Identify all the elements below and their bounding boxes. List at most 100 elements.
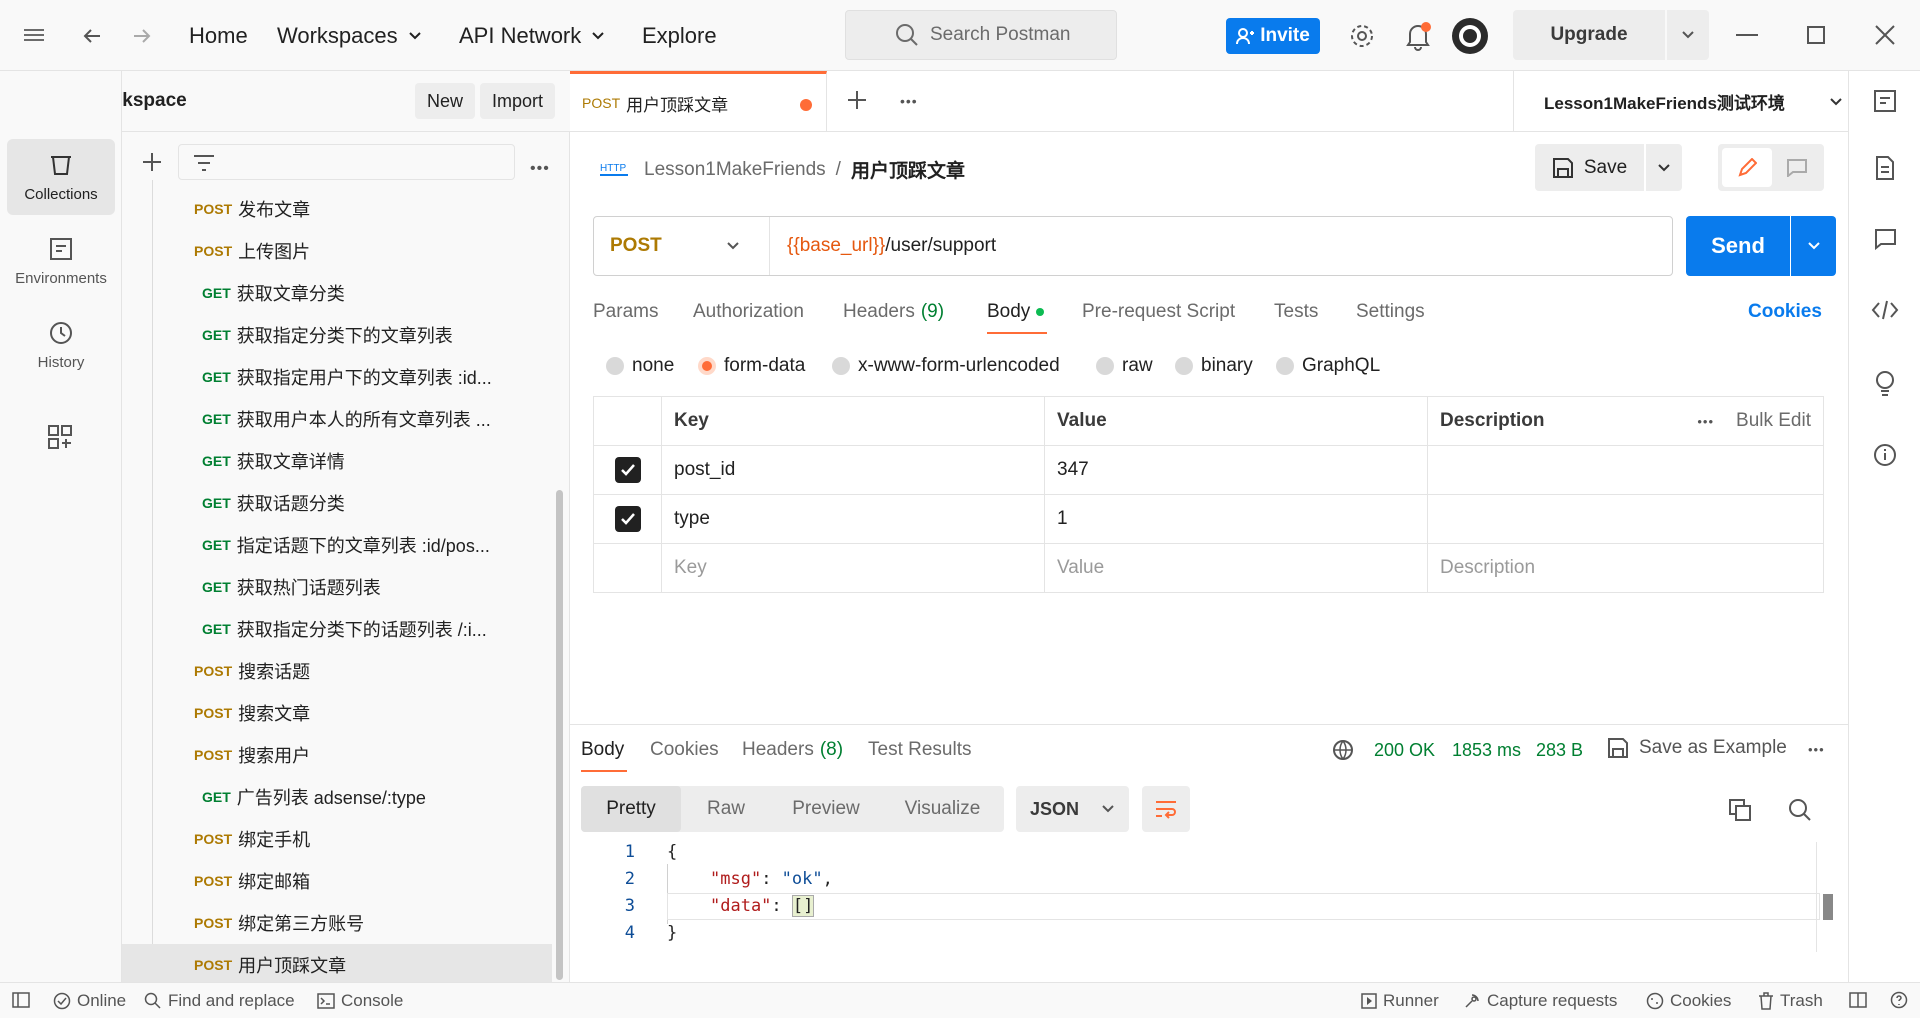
breadcrumb-collection[interactable]: Lesson1MakeFriends xyxy=(644,159,826,181)
add-icon[interactable] xyxy=(142,152,162,172)
upgrade-dropdown[interactable] xyxy=(1667,10,1709,60)
runner-button[interactable]: Runner xyxy=(1361,991,1439,1011)
new-tab-icon[interactable] xyxy=(847,90,867,110)
forward-arrow-icon[interactable] xyxy=(130,24,154,48)
list-item[interactable]: POST 绑定手机 xyxy=(122,818,552,860)
response-size[interactable]: 283 B xyxy=(1536,740,1583,761)
response-status[interactable]: 200 OK xyxy=(1374,740,1435,761)
value-placeholder[interactable]: Value xyxy=(1044,543,1428,593)
list-item[interactable]: POST 搜索话题 xyxy=(122,650,552,692)
find-replace-button[interactable]: Find and replace xyxy=(144,991,295,1011)
maximize-icon[interactable] xyxy=(1807,26,1825,44)
row-key[interactable]: type xyxy=(661,494,1045,544)
description-placeholder[interactable]: Description xyxy=(1427,543,1824,593)
row-value[interactable]: 1 xyxy=(1044,494,1428,544)
scrollbar[interactable] xyxy=(556,490,563,980)
comments-icon[interactable] xyxy=(1873,227,1897,251)
list-item[interactable]: GET 获取指定分类下的话题列表 /:i... xyxy=(122,608,552,650)
tab-tests[interactable]: Tests xyxy=(1274,301,1318,323)
list-item[interactable]: GET 获取用户本人的所有文章列表 ... xyxy=(122,398,552,440)
globe-icon[interactable] xyxy=(1332,739,1354,761)
response-tab-headers[interactable]: Headers (8) xyxy=(742,739,843,761)
response-tab-test-results[interactable]: Test Results xyxy=(868,739,971,761)
lightbulb-icon[interactable] xyxy=(1873,369,1897,397)
list-item[interactable]: POST 用户顶踩文章 xyxy=(122,944,552,986)
nav-workspaces[interactable]: Workspaces xyxy=(277,23,422,49)
request-tab[interactable]: POST 用户顶踩文章 xyxy=(570,71,827,132)
save-button[interactable]: Save xyxy=(1535,144,1644,191)
more-options-icon[interactable]: ••• xyxy=(530,160,550,178)
cookies-button[interactable]: Cookies xyxy=(1646,991,1731,1011)
two-pane-icon[interactable] xyxy=(1849,992,1867,1008)
gear-icon[interactable] xyxy=(1349,23,1375,49)
search-response-icon[interactable] xyxy=(1787,797,1813,823)
list-item[interactable]: POST 搜索文章 xyxy=(122,692,552,734)
nav-home[interactable]: Home xyxy=(189,23,248,49)
tab-params[interactable]: Params xyxy=(593,301,658,323)
rail-environments[interactable]: Environments xyxy=(7,223,115,299)
tab-pre-request-script[interactable]: Pre-request Script xyxy=(1082,301,1235,323)
row-description[interactable] xyxy=(1427,494,1824,544)
copy-icon[interactable] xyxy=(1728,798,1752,822)
list-item[interactable]: GET 获取文章分类 xyxy=(122,272,552,314)
url-input[interactable]: {{base_url}} /user/support xyxy=(787,217,996,275)
body-type-urlencoded[interactable]: x-www-form-urlencoded xyxy=(832,355,1060,377)
avatar[interactable] xyxy=(1451,17,1489,55)
tab-options-icon[interactable]: ••• xyxy=(900,93,918,109)
bulk-edit-button[interactable]: Bulk Edit xyxy=(1736,410,1811,432)
list-item[interactable]: GET 获取指定用户下的文章列表 :id... xyxy=(122,356,552,398)
list-item[interactable]: POST 发布文章 xyxy=(122,188,552,230)
editor-scrollbar[interactable] xyxy=(1816,842,1838,952)
comment-mode-button[interactable] xyxy=(1774,148,1820,187)
key-placeholder[interactable]: Key xyxy=(661,543,1045,593)
bell-icon[interactable] xyxy=(1404,21,1432,51)
search-input[interactable]: Search Postman xyxy=(845,10,1117,60)
import-button[interactable]: Import xyxy=(480,83,556,119)
list-item[interactable]: POST 绑定第三方账号 xyxy=(122,902,552,944)
response-time[interactable]: 1853 ms xyxy=(1452,740,1521,761)
menu-icon[interactable] xyxy=(22,24,46,46)
format-select[interactable]: JSON xyxy=(1016,786,1129,832)
list-item[interactable]: GET 指定话题下的文章列表 :id/pos... xyxy=(122,524,552,566)
upgrade-button[interactable]: Upgrade xyxy=(1513,10,1665,60)
invite-button[interactable]: Invite xyxy=(1226,18,1320,54)
toggle-sidebar-icon[interactable] xyxy=(12,992,30,1008)
info-icon[interactable] xyxy=(1873,443,1897,467)
table-options-icon[interactable]: ••• xyxy=(1697,414,1714,429)
list-item[interactable]: GET 获取热门话题列表 xyxy=(122,566,552,608)
response-tab-cookies[interactable]: Cookies xyxy=(650,739,719,761)
view-pretty[interactable]: Pretty xyxy=(581,786,681,832)
list-item[interactable]: GET 获取指定分类下的文章列表 xyxy=(122,314,552,356)
new-button[interactable]: New xyxy=(415,83,476,119)
list-item[interactable]: POST 上传图片 xyxy=(122,230,552,272)
response-options-icon[interactable]: ••• xyxy=(1808,742,1825,757)
row-description[interactable] xyxy=(1427,445,1824,495)
list-item[interactable]: GET 获取文章详情 xyxy=(122,440,552,482)
response-code-editor[interactable]: 1 2 3 4 { "msg": "ok", "data": [] } xyxy=(605,842,1838,952)
rail-history[interactable]: History xyxy=(7,307,115,383)
response-divider[interactable] xyxy=(570,724,1848,725)
edit-mode-button[interactable] xyxy=(1722,148,1772,187)
send-dropdown[interactable] xyxy=(1791,216,1836,276)
close-icon[interactable] xyxy=(1874,24,1896,46)
checkbox[interactable] xyxy=(614,506,641,532)
trash-button[interactable]: Trash xyxy=(1758,991,1823,1011)
environment-quicklook-icon[interactable] xyxy=(1873,89,1897,113)
help-icon[interactable] xyxy=(1890,991,1908,1009)
list-item[interactable]: GET 广告列表 adsense/:type xyxy=(122,776,552,818)
apps-grid-icon[interactable] xyxy=(48,425,72,449)
rail-collections[interactable]: Collections xyxy=(7,139,115,215)
nav-api-network[interactable]: API Network xyxy=(459,23,605,49)
documentation-icon[interactable] xyxy=(1873,155,1897,181)
minimize-icon[interactable] xyxy=(1736,34,1758,36)
tab-settings[interactable]: Settings xyxy=(1356,301,1425,323)
online-status[interactable]: Online xyxy=(53,991,126,1011)
body-type-none[interactable]: none xyxy=(606,355,674,377)
body-type-form-data[interactable]: form-data xyxy=(698,355,805,377)
body-type-binary[interactable]: binary xyxy=(1175,355,1253,377)
row-value[interactable]: 347 xyxy=(1044,445,1428,495)
capture-requests-button[interactable]: Capture requests xyxy=(1463,991,1617,1011)
checkbox[interactable] xyxy=(614,457,641,483)
filter-input[interactable] xyxy=(178,144,515,180)
list-item[interactable]: POST 绑定邮箱 xyxy=(122,860,552,902)
